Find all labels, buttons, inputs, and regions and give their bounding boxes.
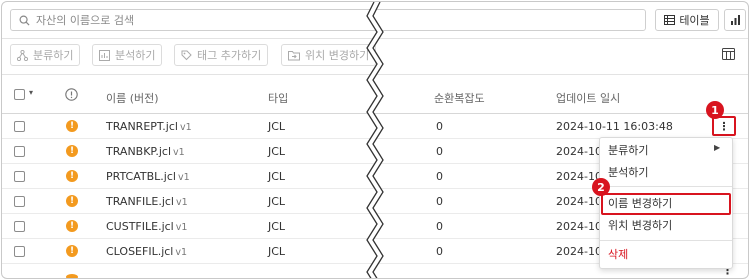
folder-move-icon — [288, 50, 300, 60]
asset-type: JCL — [268, 195, 286, 208]
row-checkbox[interactable] — [14, 121, 25, 132]
callout-2: 2 — [592, 178, 610, 196]
warning-icon: ! — [66, 145, 78, 157]
tag-icon — [181, 50, 192, 60]
chevron-right-icon: ▶ — [714, 143, 721, 152]
asset-type: JCL — [268, 145, 286, 158]
asset-type: JCL — [268, 220, 286, 233]
asset-name[interactable]: TRANREPT.jcl v1 — [106, 120, 192, 133]
warning-icon: ! — [66, 120, 78, 132]
select-menu-caret-icon[interactable]: ▾ — [29, 88, 33, 97]
asset-complexity: 0 — [436, 220, 443, 233]
asset-name[interactable]: CLOSEFIL.jcl v1 — [106, 245, 187, 258]
asset-updated: 2024-10-11 16:03:48 — [556, 120, 673, 133]
table-icon — [664, 15, 676, 25]
menu-divider — [600, 186, 732, 187]
asset-complexity: 0 — [436, 195, 443, 208]
menu-item-move[interactable]: 위치 변경하기 — [608, 216, 672, 236]
warning-outline-icon — [65, 88, 78, 101]
column-header-updated[interactable]: 업데이트 일시 — [556, 90, 620, 106]
row-checkbox[interactable] — [14, 196, 25, 207]
menu-item-classify[interactable]: 분류하기 — [608, 141, 648, 161]
asset-type: JCL — [268, 170, 286, 183]
warning-icon: ! — [66, 170, 78, 182]
asset-type: JCL — [268, 245, 286, 258]
analysis-icon — [99, 49, 110, 61]
menu-item-rename[interactable]: 이름 변경하기 — [608, 194, 672, 214]
sort-button[interactable] — [724, 9, 746, 31]
classify-button[interactable]: 분류하기 — [10, 44, 81, 66]
column-break-mark — [366, 2, 384, 278]
column-header-type[interactable]: 타입 — [268, 90, 288, 106]
asset-type: JCL — [268, 120, 286, 133]
callout-1: 1 — [706, 101, 724, 119]
menu-item-delete[interactable]: 삭제 — [608, 245, 628, 265]
warning-icon — [66, 274, 78, 278]
bar-chart-icon — [730, 14, 740, 25]
search-icon — [19, 15, 30, 26]
row-checkbox[interactable] — [14, 171, 25, 182]
warning-icon: ! — [66, 195, 78, 207]
search-placeholder: 자산의 이름으로 검색 — [36, 14, 135, 27]
menu-divider — [600, 240, 732, 241]
table-view-button[interactable]: 테이블 — [655, 9, 719, 31]
add-tag-button[interactable]: 태그 추가하기 — [174, 44, 269, 66]
asset-name[interactable]: TRANBKP.jcl v1 — [106, 145, 185, 158]
asset-name[interactable]: TRANFILE.jcl v1 — [106, 195, 188, 208]
table-view-label: 테이블 — [679, 14, 710, 27]
column-settings-icon[interactable] — [722, 48, 735, 60]
hierarchy-icon — [17, 49, 28, 61]
asset-name[interactable]: PRTCATBL.jcl v1 — [106, 170, 190, 183]
analyze-label: 분석하기 — [115, 49, 156, 62]
classify-label: 분류하기 — [33, 49, 74, 62]
add-tag-label: 태그 추가하기 — [197, 49, 262, 62]
asset-panel: 자산의 이름으로 검색 테이블 분류하기 분석하기 태그 추가하기 위치 변경하… — [1, 1, 749, 279]
analyze-button[interactable]: 분석하기 — [92, 44, 163, 66]
warning-icon: ! — [66, 220, 78, 232]
asset-complexity: 0 — [436, 145, 443, 158]
menu-item-analyze[interactable]: 분석하기 — [608, 163, 648, 183]
row-more-button[interactable]: ⋮ — [712, 116, 736, 136]
asset-complexity: 0 — [436, 245, 443, 258]
asset-complexity: 0 — [436, 120, 443, 133]
asset-name[interactable]: CUSTFILE.jcl v1 — [106, 220, 187, 233]
kebab-icon: ⋮ — [718, 119, 730, 133]
row-checkbox[interactable] — [14, 146, 25, 157]
row-context-menu: 분류하기 ▶ 분석하기 이름 변경하기 위치 변경하기 삭제 — [599, 137, 733, 269]
column-header-name[interactable]: 이름 (버전) — [106, 90, 159, 106]
asset-complexity: 0 — [436, 170, 443, 183]
select-all-checkbox[interactable] — [14, 89, 25, 100]
search-input[interactable]: 자산의 이름으로 검색 — [10, 9, 646, 31]
column-header-complexity[interactable]: 순환복잡도 — [434, 90, 485, 106]
row-checkbox[interactable] — [14, 221, 25, 232]
row-checkbox[interactable] — [14, 246, 25, 257]
warning-icon: ! — [66, 245, 78, 257]
